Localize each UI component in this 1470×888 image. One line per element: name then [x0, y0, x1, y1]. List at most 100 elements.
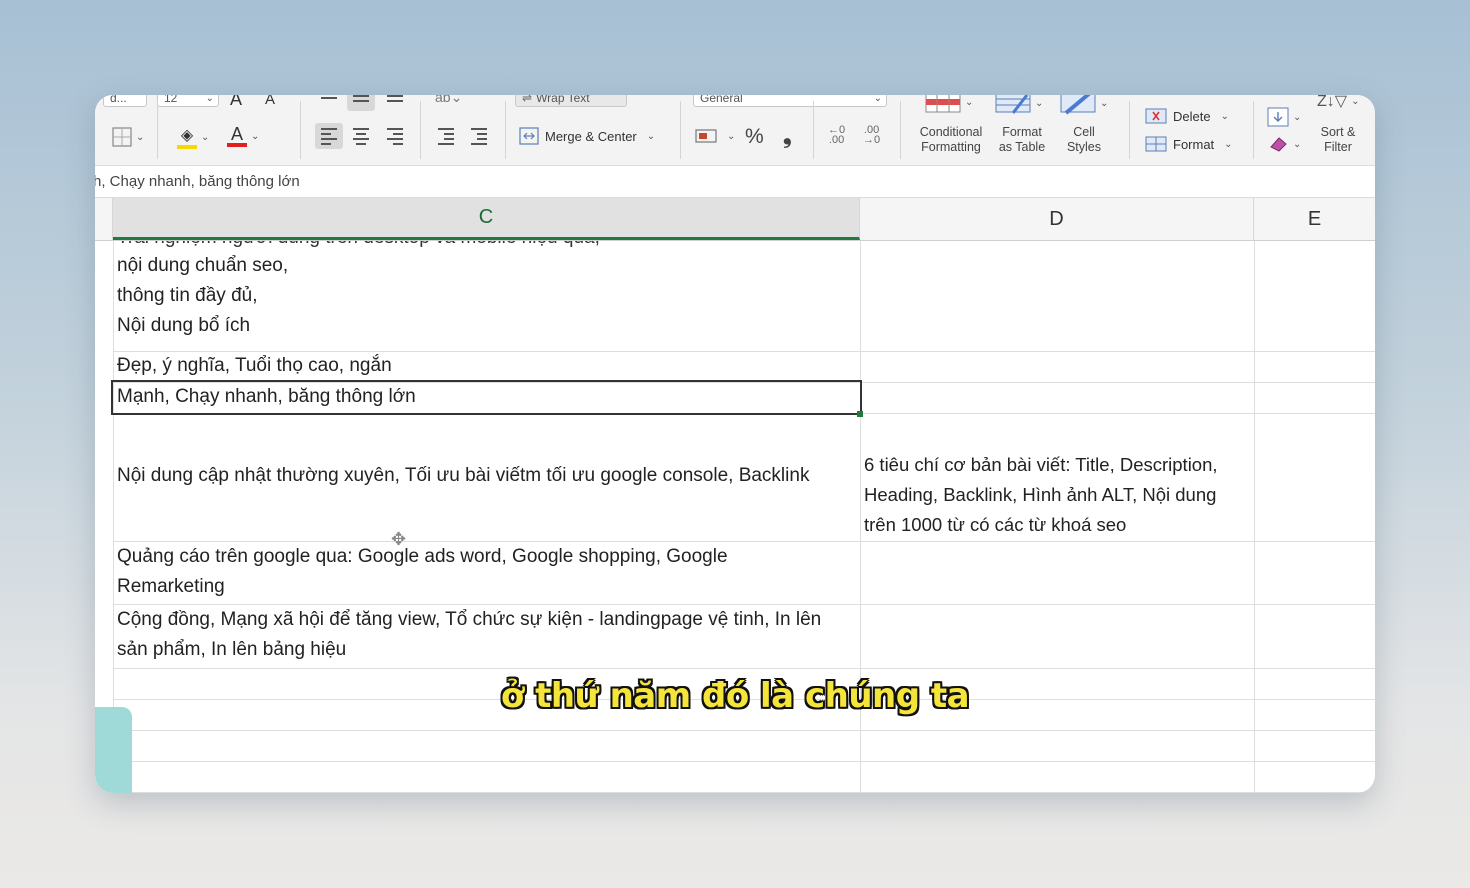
sort-filter-label: Sort &: [1320, 125, 1356, 139]
conditional-formatting-label-2: Formatting: [921, 140, 981, 154]
chevron-down-icon: ⌄: [1220, 110, 1229, 122]
delete-cells-label: Delete: [1173, 108, 1211, 124]
wrap-text-button[interactable]: ⇌ Wrap Text: [515, 95, 627, 107]
chevron-down-icon: ⌄: [1293, 111, 1302, 123]
chevron-down-icon: ⌄: [201, 131, 210, 143]
cell-c-row2[interactable]: Đẹp, ý nghĩa, Tuổi thọ cao, ngắn: [117, 351, 392, 381]
column-header-d[interactable]: D: [860, 198, 1254, 240]
formula-bar[interactable]: h, Chạy nhanh, băng thông lớn: [95, 165, 1375, 198]
font-size-value: 12: [164, 95, 178, 105]
chevron-down-icon: ⌄: [727, 130, 736, 142]
merge-center-button[interactable]: Merge & Center ⌄: [519, 127, 655, 145]
format-as-table-icon: ⌄: [995, 95, 1043, 115]
cell-c-row1-line2[interactable]: nội dung chuẩn seo,: [117, 251, 288, 281]
comma-style-button[interactable]: ❟: [783, 123, 792, 149]
merge-center-label: Merge & Center: [545, 128, 637, 144]
font-name-select[interactable]: d...: [103, 95, 147, 107]
font-size-select[interactable]: 12 ⌄: [157, 95, 219, 107]
cell-styles-icon: ⌄: [1060, 95, 1108, 115]
cell-c-row1-line4[interactable]: Nội dung bổ ích: [117, 311, 250, 341]
align-left-button[interactable]: [315, 123, 343, 149]
delete-cells-button[interactable]: Delete ⌄: [1145, 107, 1229, 125]
align-top-button[interactable]: [315, 95, 343, 111]
accounting-format-button[interactable]: ⌄: [695, 127, 735, 145]
number-format-select[interactable]: General ⌄: [693, 95, 887, 107]
format-cells-label: Format: [1173, 136, 1215, 152]
fill-handle[interactable]: [857, 411, 863, 417]
grow-font-button[interactable]: A: [230, 95, 242, 110]
cell-d-row4-line2[interactable]: Heading, Backlink, Hình ảnh ALT, Nội dun…: [864, 480, 1216, 510]
chevron-down-icon: ⌄: [1100, 97, 1109, 109]
video-subtitle: ở thứ năm đó là chúng ta: [500, 676, 970, 716]
column-header-edge: [95, 198, 113, 240]
fill-button[interactable]: ⌄: [1267, 107, 1301, 127]
format-cells-button[interactable]: Format ⌄: [1145, 135, 1233, 153]
cell-styles-label-2: Styles: [1066, 140, 1102, 154]
fill-color-button[interactable]: ◈ ⌄: [177, 125, 209, 149]
merge-icon: [519, 127, 539, 145]
conditional-formatting-button[interactable]: Conditional Formatting: [913, 125, 989, 155]
align-center-button[interactable]: [347, 123, 375, 149]
column-header-e[interactable]: E: [1254, 198, 1375, 240]
increase-indent-button[interactable]: [465, 123, 493, 149]
cell-d-row4-line3[interactable]: trên 1000 từ có các từ khoá seo: [864, 510, 1126, 540]
cell-d-row4-line1[interactable]: 6 tiêu chí cơ bản bài viết: Title, Descr…: [864, 450, 1218, 480]
align-right-button[interactable]: [381, 123, 409, 149]
chevron-down-icon: ⌄: [1224, 138, 1233, 150]
clear-button[interactable]: ⌄: [1267, 135, 1301, 153]
wrap-text-label: Wrap Text: [536, 95, 590, 105]
number-format-value: General: [700, 95, 743, 105]
cell-styles-label: Cell: [1073, 125, 1095, 139]
cell-c-row6-line1[interactable]: Cộng đồng, Mạng xã hội để tăng view, Tổ …: [117, 605, 821, 635]
conditional-formatting-label: Conditional: [919, 125, 983, 139]
chevron-down-icon: ⌄: [646, 130, 656, 142]
wrap-text-icon: ⇌: [522, 95, 533, 105]
sort-filter-icon: Z↓▽ ⌄: [1317, 95, 1360, 110]
chevron-down-icon: ⌄: [205, 95, 214, 104]
decrease-decimal-icon: →0: [863, 134, 881, 146]
align-middle-button[interactable]: [347, 95, 375, 111]
borders-button[interactable]: ⌄: [112, 127, 144, 147]
font-color-icon: A: [230, 124, 243, 144]
cell-styles-button[interactable]: Cell Styles: [1057, 125, 1111, 155]
cell-c-row5-line1[interactable]: Quảng cáo trên google qua: Google ads wo…: [117, 542, 728, 572]
decrease-decimal-button[interactable]: .00 →0: [863, 125, 881, 146]
chevron-down-icon: ⌄: [965, 96, 974, 108]
cell-c-row1-line3[interactable]: thông tin đầy đủ,: [117, 281, 258, 311]
format-as-table-label: Format: [1002, 125, 1042, 139]
cell-c-row4[interactable]: Nội dung cập nhật thường xuyên, Tối ưu b…: [117, 461, 809, 491]
paint-bucket-icon: ◈: [180, 127, 194, 144]
cell-c-row3[interactable]: Mạnh, Chạy nhanh, băng thông lớn: [117, 382, 416, 412]
format-as-table-button[interactable]: Format as Table: [991, 125, 1053, 155]
decrease-indent-button[interactable]: [432, 123, 460, 149]
chevron-down-icon: ⌄: [1035, 97, 1044, 109]
cell-c-row6-line2[interactable]: sản phẩm, In lên bảng hiệu: [117, 635, 346, 665]
fill-down-icon: [1267, 107, 1289, 127]
cell-c-row5-line2[interactable]: Remarketing: [117, 572, 225, 602]
move-cursor-icon: ✥: [391, 529, 407, 549]
currency-icon: [695, 129, 717, 143]
conditional-formatting-icon: ⌄: [925, 95, 973, 113]
format-cells-icon: [1145, 136, 1167, 152]
align-bottom-button[interactable]: [381, 95, 409, 111]
shrink-font-button[interactable]: A: [265, 95, 275, 108]
sort-filter-button[interactable]: Sort & Filter: [1313, 125, 1363, 155]
chevron-down-icon: ⌄: [873, 95, 882, 104]
borders-icon: [112, 127, 132, 147]
font-color-button[interactable]: A ⌄: [227, 125, 259, 147]
font-name-value: d...: [110, 95, 127, 105]
delete-cells-icon: [1145, 108, 1167, 124]
increase-decimal-label: .00: [828, 134, 845, 146]
formula-content: h, Chạy nhanh, băng thông lớn: [95, 173, 300, 190]
eraser-icon: [1270, 137, 1287, 152]
decorative-teal-tab: [95, 707, 132, 793]
percent-style-button[interactable]: %: [745, 125, 764, 149]
ribbon: d... 12 ⌄ A A ab⌄ ⇌ Wrap Text General ⌄ ⌄ ◈…: [95, 95, 1375, 165]
orientation-icon[interactable]: ab⌄: [435, 95, 462, 106]
column-header-bar: C D E: [95, 198, 1375, 241]
column-header-c[interactable]: C: [113, 198, 860, 240]
chevron-down-icon: ⌄: [136, 131, 145, 143]
increase-decimal-button[interactable]: ←0.00: [828, 125, 845, 146]
format-as-table-label-2: as Table: [998, 140, 1046, 154]
sort-filter-label-2: Filter: [1324, 140, 1352, 154]
